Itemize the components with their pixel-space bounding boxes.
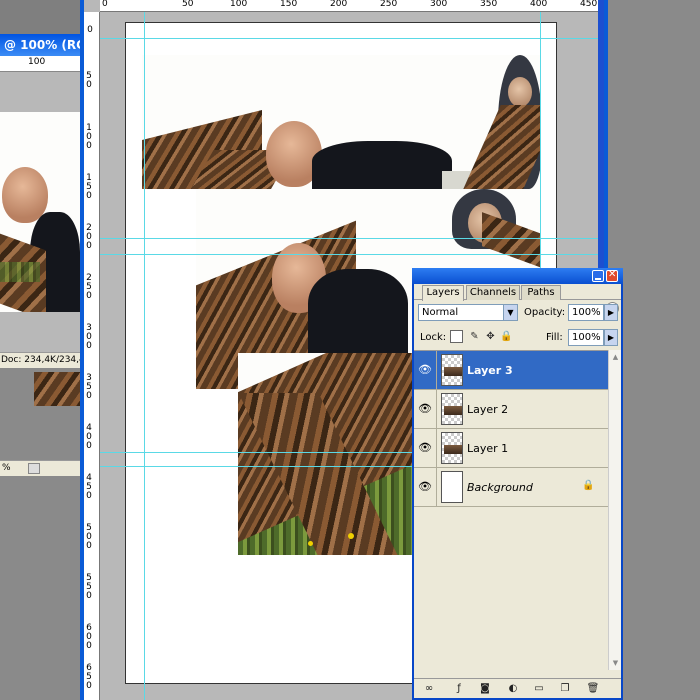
v-ruler-tick: 5 0 <box>86 71 92 90</box>
v-ruler-tick: 3 0 0 <box>86 323 92 351</box>
v-ruler-tick: 5 0 0 <box>86 523 92 551</box>
close-icon[interactable] <box>606 269 618 282</box>
background-thumbnail <box>34 372 80 406</box>
minimize-icon[interactable] <box>592 270 604 282</box>
lock-image-pixels-brush-icon[interactable]: ✎ <box>468 330 481 343</box>
trash-icon[interactable]: 🗑 <box>586 682 600 696</box>
v-ruler-tick: 4 5 0 <box>86 473 92 501</box>
background-horizontal-ruler: 100 <box>0 56 80 72</box>
background-photo <box>0 112 80 312</box>
palette-title-bar[interactable] <box>412 268 623 284</box>
background-status-bar: Doc: 234,4K/234,4 <box>0 352 80 368</box>
layer-thumbnail <box>441 471 463 503</box>
background-navigator-area <box>0 368 80 462</box>
layer-row-layer-3[interactable]: 👁 Layer 3 <box>414 351 608 390</box>
v-ruler-tick: 2 0 0 <box>86 223 92 251</box>
horizontal-guide[interactable] <box>100 38 602 39</box>
layer-name[interactable]: Background <box>467 468 533 507</box>
h-ruler-tick: 350 <box>480 0 498 9</box>
layer-row-layer-1[interactable]: 👁 Layer 1 <box>414 429 608 468</box>
h-ruler-tick: 50 <box>182 0 194 9</box>
blend-opacity-row: Normal ▼ Opacity: 100% ▶ <box>414 302 621 324</box>
h-ruler-tick: 450 <box>580 0 598 9</box>
tab-paths[interactable]: Paths <box>521 285 561 300</box>
layer-thumbnail <box>441 354 463 386</box>
layers-scrollbar[interactable]: ▲ ▼ <box>608 350 621 670</box>
vertical-guide[interactable] <box>144 12 145 700</box>
v-ruler-tick: 6 5 0 <box>86 663 92 691</box>
layer-row-layer-2[interactable]: 👁 Layer 2 <box>414 390 608 429</box>
chevron-down-icon[interactable]: ▼ <box>503 305 517 320</box>
v-ruler-tick: 3 5 0 <box>86 373 92 401</box>
opacity-slider-arrow-icon[interactable]: ▶ <box>604 304 618 321</box>
lock-position-move-icon[interactable]: ✥ <box>484 330 497 343</box>
blend-mode-value: Normal <box>422 307 459 318</box>
layers-palette[interactable]: Layers Channels Paths ▶ Normal ▼ Opacity… <box>412 268 623 700</box>
h-ruler-tick: 300 <box>430 0 448 9</box>
v-ruler-tick: 0 <box>87 25 93 35</box>
background-document-window[interactable]: @ 100% (RGB 100 Doc: 234,4K/234,4 % <box>0 0 80 476</box>
lock-transparent-pixels-icon[interactable] <box>450 330 463 343</box>
h-ruler-tick: 0 <box>102 0 108 9</box>
layer-1-photo[interactable] <box>238 353 414 555</box>
v-ruler-tick: 4 0 0 <box>86 423 92 451</box>
scroll-down-icon[interactable]: ▼ <box>610 657 621 669</box>
v-ruler-tick: 5 5 0 <box>86 573 92 601</box>
lock-icon: 🔒 <box>582 480 595 491</box>
opacity-label: Opacity: <box>524 307 566 318</box>
background-zoom-bar: % <box>0 460 80 476</box>
scroll-up-icon[interactable]: ▲ <box>610 351 621 363</box>
layer-name[interactable]: Layer 1 <box>467 429 508 468</box>
fill-slider-arrow-icon[interactable]: ▶ <box>604 329 618 346</box>
background-window-title[interactable]: @ 100% (RGB <box>0 34 80 56</box>
opacity-input[interactable]: 100% <box>568 304 604 321</box>
background-canvas-area[interactable] <box>0 72 80 352</box>
eye-icon[interactable]: 👁 <box>418 364 432 376</box>
new-layer-icon[interactable]: ❐ <box>558 682 572 696</box>
palette-tabs: Layers Channels Paths ▶ <box>414 284 621 315</box>
vertical-ruler[interactable]: 0 5 0 1 0 0 1 5 0 2 0 0 2 5 0 3 0 0 3 5 … <box>84 12 100 700</box>
layers-list: 👁 Layer 3 👁 Layer 2 👁 Layer 1 👁 Backgrou… <box>414 350 608 670</box>
background-zoom-text: % <box>2 463 11 473</box>
new-group-folder-icon[interactable]: ▭ <box>532 682 546 696</box>
tab-layers[interactable]: Layers <box>422 285 464 301</box>
v-ruler-tick: 6 0 0 <box>86 623 92 651</box>
h-ruler-tick: 250 <box>380 0 398 9</box>
h-ruler-tick: 200 <box>330 0 348 9</box>
h-ruler-tick: 150 <box>280 0 298 9</box>
background-ruler-label: 100 <box>28 57 46 67</box>
lock-all-icon[interactable]: 🔒 <box>500 330 513 343</box>
eye-icon[interactable]: 👁 <box>418 481 432 493</box>
layer-name[interactable]: Layer 3 <box>467 351 513 390</box>
horizontal-guide[interactable] <box>100 238 602 239</box>
fill-input[interactable]: 100% <box>568 329 604 346</box>
h-ruler-tick: 400 <box>530 0 548 9</box>
layer-thumbnail <box>441 393 463 425</box>
eye-icon[interactable]: 👁 <box>418 403 432 415</box>
horizontal-ruler[interactable]: 0 50 100 150 200 250 300 350 400 450 <box>100 0 602 12</box>
blend-mode-select[interactable]: Normal ▼ <box>418 304 518 321</box>
v-ruler-tick: 1 5 0 <box>86 173 92 201</box>
layer-3-photo[interactable] <box>142 55 540 189</box>
fill-label: Fill: <box>546 332 563 343</box>
background-zoom-icon[interactable] <box>28 463 40 474</box>
adjustment-layer-icon[interactable]: ◐ <box>506 682 520 696</box>
v-ruler-tick: 2 5 0 <box>86 273 92 301</box>
layer-style-icon[interactable]: ƒ <box>452 682 466 696</box>
tab-channels[interactable]: Channels <box>466 285 520 300</box>
layer-row-background[interactable]: 👁 Background 🔒 <box>414 468 608 507</box>
layer-name[interactable]: Layer 2 <box>467 390 508 429</box>
add-mask-icon[interactable]: ◙ <box>478 682 492 696</box>
lock-fill-row: Lock: ✎ ✥ 🔒 Fill: 100% ▶ <box>414 327 621 349</box>
link-layers-icon[interactable]: ∞ <box>422 682 436 696</box>
h-ruler-tick: 100 <box>230 0 248 9</box>
eye-icon[interactable]: 👁 <box>418 442 432 454</box>
layer-thumbnail <box>441 432 463 464</box>
v-ruler-tick: 1 0 0 <box>86 123 92 151</box>
palette-bottom-toolbar: ∞ ƒ ◙ ◐ ▭ ❐ 🗑 <box>414 678 621 698</box>
horizontal-guide[interactable] <box>100 254 602 255</box>
lock-label: Lock: <box>420 332 447 343</box>
